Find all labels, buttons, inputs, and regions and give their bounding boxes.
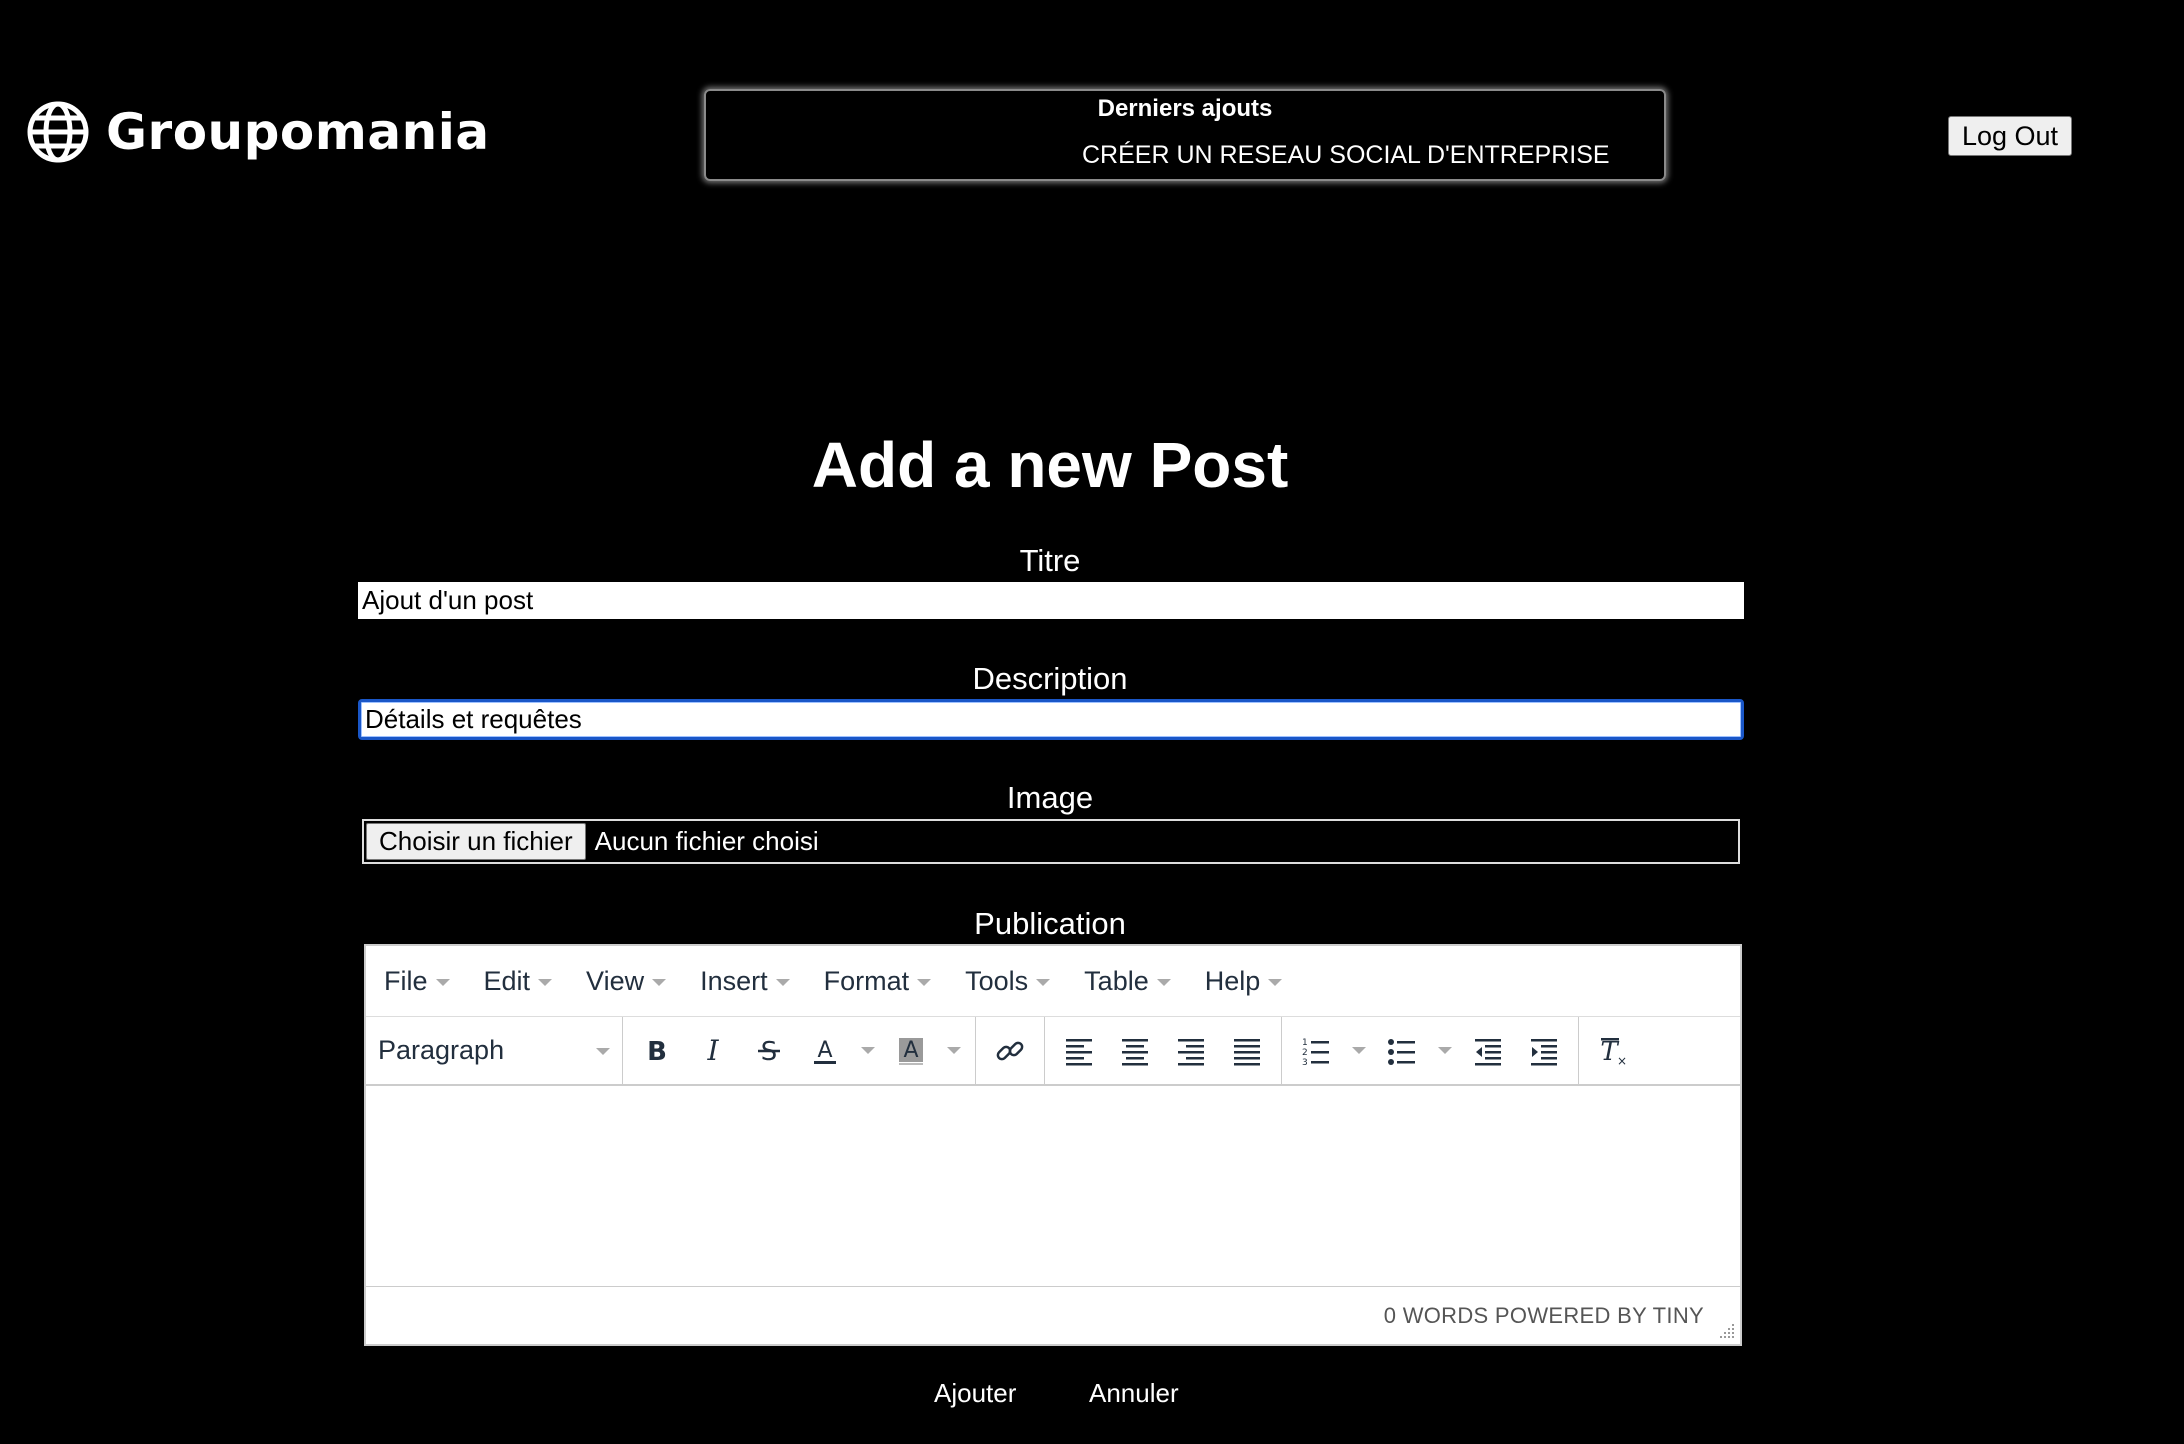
- menu-label: Insert: [700, 965, 768, 996]
- align-center-icon: [1122, 1038, 1148, 1065]
- bullet-list-icon: [1388, 1038, 1415, 1065]
- align-justify-icon: [1234, 1038, 1260, 1065]
- chevron-down-icon: [861, 1047, 875, 1054]
- publication-label: Publication: [974, 906, 1126, 941]
- chevron-down-icon: [1156, 978, 1171, 986]
- chevron-down-icon: [1438, 1047, 1452, 1054]
- numbered-list-icon: 123: [1302, 1038, 1329, 1067]
- align-right-icon: [1178, 1038, 1204, 1065]
- menu-tools[interactable]: Tools: [965, 965, 1051, 997]
- word-count-status: 0 WORDS POWERED BY TINY: [1383, 1303, 1704, 1328]
- highlight-color-button[interactable]: A: [883, 1023, 939, 1079]
- menu-table[interactable]: Table: [1084, 966, 1171, 997]
- brand-name: Groupomania: [106, 103, 490, 161]
- latest-post-link[interactable]: CRÉER UN RESEAU SOCIAL D'ENTREPRISE: [1082, 141, 1610, 170]
- menu-label: Tools: [965, 965, 1029, 996]
- menu-label: View: [586, 965, 645, 996]
- chevron-down-icon: [947, 1047, 961, 1054]
- title-label: Titre: [1019, 543, 1081, 578]
- menu-label: Format: [823, 965, 910, 996]
- align-left-icon: [1066, 1038, 1092, 1065]
- strikethrough-button[interactable]: S: [741, 1023, 797, 1079]
- bold-icon: B: [647, 1037, 667, 1067]
- image-label: Image: [1006, 780, 1094, 815]
- text-color-dropdown[interactable]: [853, 1023, 883, 1079]
- svg-text:I: I: [706, 1035, 719, 1067]
- svg-text:B: B: [647, 1037, 667, 1067]
- file-status: Aucun fichier choisi: [594, 826, 819, 856]
- outdent-button[interactable]: [1460, 1023, 1516, 1079]
- clear-formatting-icon: T ×: [1600, 1037, 1627, 1067]
- description-input[interactable]: [358, 699, 1744, 740]
- italic-button[interactable]: I: [685, 1023, 741, 1079]
- text-color-button[interactable]: A: [797, 1023, 853, 1079]
- add-post-button[interactable]: Ajouter: [934, 1378, 1016, 1409]
- menu-format[interactable]: Format: [824, 966, 932, 997]
- outdent-icon: [1475, 1038, 1501, 1065]
- menu-label: Table: [1084, 965, 1149, 996]
- align-justify-button[interactable]: [1219, 1023, 1275, 1079]
- clear-formatting-button[interactable]: T ×: [1585, 1023, 1641, 1079]
- chevron-down-icon: [917, 978, 932, 986]
- menu-edit[interactable]: Edit: [484, 966, 553, 997]
- chevron-down-icon: [1268, 978, 1283, 986]
- insert-link-button[interactable]: [982, 1023, 1038, 1079]
- bullet-list-dropdown[interactable]: [1430, 1023, 1460, 1079]
- strikethrough-icon: S: [758, 1037, 780, 1067]
- menu-help[interactable]: Help: [1205, 966, 1283, 997]
- numbered-list-button[interactable]: 123: [1288, 1023, 1344, 1079]
- chevron-down-icon: [538, 978, 553, 986]
- latest-posts-panel: Derniers ajouts CRÉER UN RESEAU SOCIAL D…: [704, 89, 1666, 181]
- svg-text:1: 1: [1302, 1038, 1308, 1048]
- highlight-color-dropdown[interactable]: [939, 1023, 969, 1079]
- chevron-down-icon: [652, 978, 667, 986]
- logout-button[interactable]: Log Out: [1948, 116, 2072, 156]
- italic-icon: I: [706, 1035, 719, 1067]
- editor-statusbar: 0 WORDS POWERED BY TINY: [366, 1286, 1740, 1344]
- bold-button[interactable]: B: [629, 1023, 685, 1079]
- indent-icon: [1531, 1038, 1557, 1065]
- svg-text:A: A: [817, 1038, 832, 1063]
- chevron-down-icon: [1352, 1047, 1366, 1054]
- numbered-list-dropdown[interactable]: [1344, 1023, 1374, 1079]
- title-input[interactable]: [358, 582, 1744, 619]
- align-center-button[interactable]: [1107, 1023, 1163, 1079]
- align-right-button[interactable]: [1163, 1023, 1219, 1079]
- align-left-button[interactable]: [1051, 1023, 1107, 1079]
- description-label: Description: [972, 661, 1128, 696]
- svg-text:A: A: [903, 1038, 918, 1063]
- resize-handle-icon[interactable]: [1718, 1322, 1736, 1340]
- choose-file-button[interactable]: Choisir un fichier: [366, 823, 586, 860]
- menu-view[interactable]: View: [586, 965, 667, 997]
- rich-text-editor: File Edit View Insert Format Tools Table…: [364, 944, 1742, 1346]
- menu-label: Edit: [483, 965, 531, 996]
- editor-content-area[interactable]: [366, 1086, 1740, 1286]
- svg-text:2: 2: [1302, 1048, 1308, 1058]
- image-file-input[interactable]: Choisir un fichier Aucun fichier choisi: [362, 819, 1740, 864]
- editor-toolbar: Paragraph B I S A A: [366, 1016, 1740, 1086]
- chevron-down-icon: [596, 1048, 610, 1055]
- block-format-select[interactable]: Paragraph: [366, 1035, 622, 1066]
- menu-file[interactable]: File: [384, 966, 450, 997]
- chevron-down-icon: [435, 978, 450, 986]
- menu-label: File: [384, 965, 428, 996]
- latest-posts-title: Derniers ajouts: [1097, 95, 1273, 122]
- block-format-value: Paragraph: [378, 1035, 505, 1065]
- svg-text:×: ×: [1617, 1054, 1627, 1067]
- menu-label: Help: [1204, 965, 1261, 996]
- indent-button[interactable]: [1516, 1023, 1572, 1079]
- svg-text:3: 3: [1302, 1058, 1308, 1067]
- link-icon: [996, 1041, 1024, 1060]
- bullet-list-button[interactable]: [1374, 1023, 1430, 1079]
- brand-logo[interactable]: Groupomania: [26, 100, 490, 164]
- editor-menubar: File Edit View Insert Format Tools Table…: [366, 946, 1740, 1016]
- page-title: Add a new Post: [811, 429, 1289, 501]
- globe-icon: [27, 101, 89, 163]
- highlight-color-icon: A: [899, 1037, 923, 1065]
- chevron-down-icon: [775, 978, 790, 986]
- text-color-icon: A: [814, 1038, 836, 1064]
- chevron-down-icon: [1036, 978, 1051, 986]
- cancel-button[interactable]: Annuler: [1089, 1378, 1179, 1409]
- menu-insert[interactable]: Insert: [700, 966, 790, 997]
